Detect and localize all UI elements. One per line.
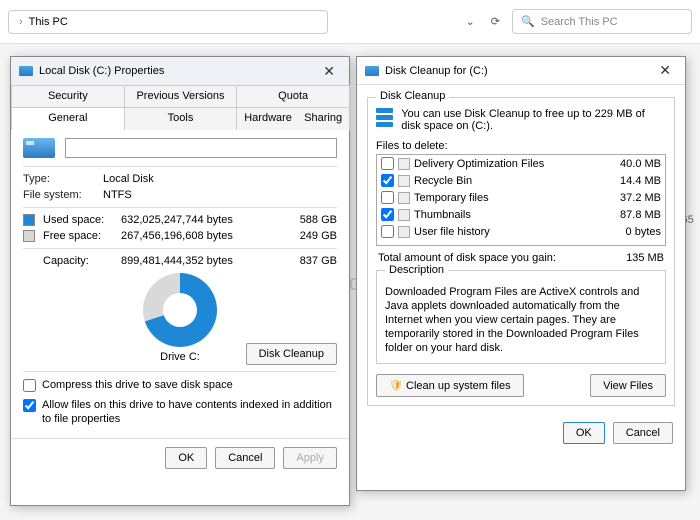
ok-button[interactable]: OK xyxy=(165,447,207,469)
index-checkbox-row[interactable]: Allow files on this drive to have conten… xyxy=(23,398,337,426)
capacity-donut-chart xyxy=(143,273,217,347)
disk-icon xyxy=(19,66,33,76)
chevron-down-icon[interactable]: ⌄ xyxy=(460,11,481,32)
file-name: Delivery Optimization Files xyxy=(414,158,544,170)
shield-icon: 🛡 xyxy=(389,380,403,392)
file-name: Recycle Bin xyxy=(414,175,472,187)
used-bytes: 632,025,247,744 bytes xyxy=(121,214,294,226)
properties-title: Local Disk (C:) Properties xyxy=(39,65,164,77)
file-checkbox[interactable] xyxy=(381,208,394,221)
free-label: Free space: xyxy=(43,230,115,242)
explorer-toolbar: › This PC ⌄ ⟳ 🔍 Search This PC xyxy=(0,0,700,44)
free-gb: 249 GB xyxy=(300,230,337,242)
used-label: Used space: xyxy=(43,214,115,226)
cancel-button[interactable]: Cancel xyxy=(613,422,673,444)
cleanup-group: Disk Cleanup You can use Disk Cleanup to… xyxy=(367,97,675,406)
file-checkbox[interactable] xyxy=(381,191,394,204)
description-text: Downloaded Program Files are ActiveX con… xyxy=(385,286,639,354)
cleanup-icon xyxy=(376,108,393,130)
file-icon xyxy=(398,192,410,204)
file-list-row[interactable]: User file history 0 bytes xyxy=(377,223,665,240)
tab-general[interactable]: General xyxy=(11,107,125,130)
file-list-row[interactable]: Thumbnails 87.8 MB xyxy=(377,206,665,223)
file-checkbox[interactable] xyxy=(381,157,394,170)
description-box: Description Downloaded Program Files are… xyxy=(376,270,666,364)
file-size: 0 bytes xyxy=(626,226,661,238)
files-to-delete-label: Files to delete: xyxy=(376,140,666,152)
file-icon xyxy=(398,158,410,170)
cleanup-tab-label: Disk Cleanup xyxy=(376,90,449,102)
file-name: Temporary files xyxy=(414,192,489,204)
ok-button[interactable]: OK xyxy=(563,422,605,444)
tab-security[interactable]: Security xyxy=(11,85,125,108)
cleanup-intro-text: You can use Disk Cleanup to free up to 2… xyxy=(401,108,666,132)
cleanup-title: Disk Cleanup for (C:) xyxy=(385,65,488,77)
file-checkbox[interactable] xyxy=(381,174,394,187)
search-placeholder: Search This PC xyxy=(541,16,618,28)
chevron-right-icon: › xyxy=(19,16,23,28)
file-size: 14.4 MB xyxy=(620,175,661,187)
used-gb: 588 GB xyxy=(300,214,337,226)
type-value: Local Disk xyxy=(103,173,337,185)
file-list-row[interactable]: Delivery Optimization Files 40.0 MB xyxy=(377,155,665,172)
file-icon xyxy=(398,175,410,187)
compress-checkbox[interactable] xyxy=(23,379,36,392)
file-size: 40.0 MB xyxy=(620,158,661,170)
index-label: Allow files on this drive to have conten… xyxy=(42,398,337,426)
file-size: 37.2 MB xyxy=(620,192,661,204)
capacity-label: Capacity: xyxy=(43,255,115,267)
file-list-row[interactable]: Recycle Bin 14.4 MB xyxy=(377,172,665,189)
drive-icon xyxy=(23,138,55,158)
free-bytes: 267,456,196,608 bytes xyxy=(121,230,294,242)
capacity-bytes: 899,481,444,352 bytes xyxy=(121,255,294,267)
used-swatch-icon xyxy=(23,214,35,226)
type-label: Type: xyxy=(23,173,103,185)
file-icon xyxy=(398,226,410,238)
file-checkbox[interactable] xyxy=(381,225,394,238)
compress-checkbox-row[interactable]: Compress this drive to save disk space xyxy=(23,378,337,392)
file-name: User file history xyxy=(414,226,490,238)
apply-button[interactable]: Apply xyxy=(283,447,337,469)
breadcrumb[interactable]: › This PC xyxy=(8,10,328,34)
disk-icon xyxy=(365,66,379,76)
close-icon[interactable]: ✕ xyxy=(317,63,341,80)
drive-name-input[interactable] xyxy=(65,138,337,158)
files-to-delete-list[interactable]: Delivery Optimization Files 40.0 MB Recycl… xyxy=(376,154,666,246)
free-swatch-icon xyxy=(23,230,35,242)
file-name: Thumbnails xyxy=(414,209,471,221)
gain-value: 135 MB xyxy=(626,252,664,264)
tab-previous-versions[interactable]: Previous Versions xyxy=(124,85,238,108)
file-icon xyxy=(398,209,410,221)
refresh-icon[interactable]: ⟳ xyxy=(485,11,506,32)
search-icon: 🔍 xyxy=(521,15,535,28)
index-checkbox[interactable] xyxy=(23,399,36,412)
description-label: Description xyxy=(385,263,448,277)
filesystem-value: NTFS xyxy=(103,189,337,201)
drive-caption: Drive C: xyxy=(160,351,200,363)
filesystem-label: File system: xyxy=(23,189,103,201)
view-files-button[interactable]: View Files xyxy=(590,374,666,397)
file-size: 87.8 MB xyxy=(620,209,661,221)
properties-tabs: Security Previous Versions Quota General… xyxy=(11,85,349,130)
clean-system-files-button[interactable]: 🛡 Clean up system files xyxy=(376,374,524,397)
tab-hardware-sharing[interactable]: Hardware Sharing xyxy=(236,107,350,130)
tab-tools[interactable]: Tools xyxy=(124,107,238,130)
close-icon[interactable]: ✕ xyxy=(653,62,677,79)
cleanup-titlebar[interactable]: Disk Cleanup for (C:) ✕ xyxy=(357,57,685,85)
compress-label: Compress this drive to save disk space xyxy=(42,378,233,392)
address-actions: ⌄ ⟳ xyxy=(460,11,506,32)
breadcrumb-location: This PC xyxy=(29,16,68,28)
properties-titlebar[interactable]: Local Disk (C:) Properties ✕ xyxy=(11,57,349,85)
disk-cleanup-dialog: Disk Cleanup for (C:) ✕ Disk Cleanup You… xyxy=(356,56,686,491)
file-list-row[interactable]: Temporary files 37.2 MB xyxy=(377,189,665,206)
cancel-button[interactable]: Cancel xyxy=(215,447,275,469)
properties-dialog: Local Disk (C:) Properties ✕ Security Pr… xyxy=(10,56,350,506)
capacity-gb: 837 GB xyxy=(300,255,337,267)
search-input[interactable]: 🔍 Search This PC xyxy=(512,9,692,34)
tab-quota[interactable]: Quota xyxy=(236,85,350,108)
